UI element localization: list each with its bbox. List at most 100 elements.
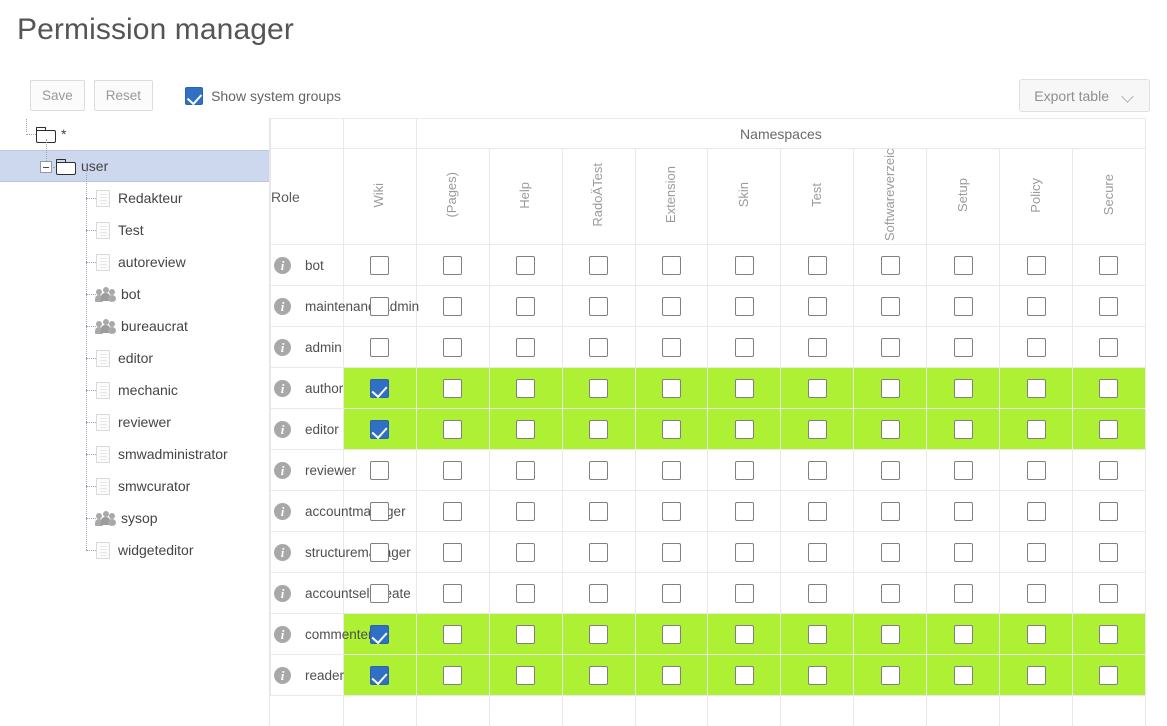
namespace-permission-cell[interactable] — [416, 655, 489, 696]
checkbox-checked[interactable] — [370, 625, 389, 644]
tree-item-user[interactable]: user — [0, 150, 269, 182]
checkbox-unchecked[interactable] — [589, 297, 608, 316]
checkbox-unchecked[interactable] — [1099, 420, 1118, 439]
checkbox-unchecked[interactable] — [954, 256, 973, 275]
checkbox-unchecked[interactable] — [808, 543, 827, 562]
namespace-permission-cell[interactable] — [854, 655, 927, 696]
checkbox-unchecked[interactable] — [735, 543, 754, 562]
checkbox-unchecked[interactable] — [516, 543, 535, 562]
checkbox-unchecked[interactable] — [1099, 297, 1118, 316]
checkbox-unchecked[interactable] — [589, 461, 608, 480]
namespace-permission-cell[interactable] — [854, 450, 927, 491]
info-icon[interactable]: i — [274, 585, 291, 602]
namespace-permission-cell[interactable] — [416, 327, 489, 368]
column-header-extension[interactable]: Extension — [635, 149, 708, 245]
namespace-permission-cell[interactable] — [927, 532, 1000, 573]
checkbox-unchecked[interactable] — [516, 461, 535, 480]
tree-collapse-toggle[interactable] — [40, 161, 52, 173]
checkbox-unchecked[interactable] — [370, 256, 389, 275]
namespace-permission-cell[interactable] — [1072, 409, 1145, 450]
checkbox-unchecked[interactable] — [662, 379, 681, 398]
reset-button[interactable]: Reset — [94, 80, 153, 111]
wiki-permission-cell[interactable] — [343, 409, 416, 450]
column-header-rado-test[interactable]: RadoÄTest — [562, 149, 635, 245]
checkbox-unchecked[interactable] — [443, 543, 462, 562]
checkbox-unchecked[interactable] — [1099, 666, 1118, 685]
checkbox-unchecked[interactable] — [808, 297, 827, 316]
namespace-permission-cell[interactable] — [562, 450, 635, 491]
info-icon[interactable]: i — [274, 380, 291, 397]
checkbox-unchecked[interactable] — [589, 256, 608, 275]
namespace-permission-cell[interactable] — [1072, 532, 1145, 573]
checkbox-unchecked[interactable] — [881, 625, 900, 644]
namespace-permission-cell[interactable] — [489, 532, 562, 573]
namespace-permission-cell[interactable] — [635, 327, 708, 368]
namespace-permission-cell[interactable] — [489, 245, 562, 286]
namespace-permission-cell[interactable] — [635, 450, 708, 491]
namespace-permission-cell[interactable] — [708, 573, 781, 614]
checkbox-unchecked[interactable] — [1027, 543, 1046, 562]
checkbox-unchecked[interactable] — [662, 420, 681, 439]
namespace-permission-cell[interactable] — [854, 409, 927, 450]
checkbox-unchecked[interactable] — [735, 625, 754, 644]
namespace-permission-cell[interactable] — [635, 655, 708, 696]
tree-item-mechanic[interactable]: mechanic — [0, 374, 269, 406]
tree-item-bureaucrat[interactable]: bureaucrat — [0, 310, 269, 342]
checkbox-unchecked[interactable] — [443, 625, 462, 644]
tree-item-smwcurator[interactable]: smwcurator — [0, 470, 269, 502]
column-header-help[interactable]: Help — [489, 149, 562, 245]
info-icon[interactable]: i — [274, 421, 291, 438]
checkbox-unchecked[interactable] — [735, 379, 754, 398]
namespace-permission-cell[interactable] — [1000, 409, 1073, 450]
namespace-permission-cell[interactable] — [854, 491, 927, 532]
namespace-permission-cell[interactable] — [562, 532, 635, 573]
checkbox-unchecked[interactable] — [954, 461, 973, 480]
checkbox-unchecked[interactable] — [516, 256, 535, 275]
namespace-permission-cell[interactable] — [635, 573, 708, 614]
checkbox-unchecked[interactable] — [662, 666, 681, 685]
checkbox-unchecked[interactable] — [1027, 584, 1046, 603]
checkbox-unchecked[interactable] — [808, 625, 827, 644]
checkbox-unchecked[interactable] — [808, 420, 827, 439]
info-icon[interactable]: i — [274, 257, 291, 274]
checkbox-unchecked[interactable] — [516, 379, 535, 398]
checkbox-unchecked[interactable] — [954, 666, 973, 685]
checkbox-unchecked[interactable] — [735, 420, 754, 439]
checkbox-unchecked[interactable] — [954, 543, 973, 562]
checkbox-unchecked[interactable] — [589, 543, 608, 562]
namespace-permission-cell[interactable] — [635, 532, 708, 573]
checkbox-unchecked[interactable] — [589, 502, 608, 521]
namespace-permission-cell[interactable] — [781, 245, 854, 286]
checkbox-unchecked[interactable] — [881, 297, 900, 316]
checkbox-unchecked[interactable] — [516, 584, 535, 603]
namespace-permission-cell[interactable] — [489, 655, 562, 696]
namespace-permission-cell[interactable] — [854, 573, 927, 614]
namespace-permission-cell[interactable] — [927, 573, 1000, 614]
checkbox-unchecked[interactable] — [1027, 502, 1046, 521]
namespace-permission-cell[interactable] — [1072, 491, 1145, 532]
checkbox-unchecked[interactable] — [881, 338, 900, 357]
checkbox-unchecked[interactable] — [735, 502, 754, 521]
checkbox-unchecked[interactable] — [370, 461, 389, 480]
tree-item-autoreview[interactable]: autoreview — [0, 246, 269, 278]
checkbox-unchecked[interactable] — [881, 256, 900, 275]
checkbox-unchecked[interactable] — [1099, 379, 1118, 398]
checkbox-unchecked[interactable] — [443, 297, 462, 316]
checkbox-unchecked[interactable] — [881, 502, 900, 521]
checkbox-unchecked[interactable] — [1027, 256, 1046, 275]
checkbox-unchecked[interactable] — [589, 338, 608, 357]
namespace-permission-cell[interactable] — [1072, 286, 1145, 327]
namespace-permission-cell[interactable] — [781, 573, 854, 614]
checkbox-unchecked[interactable] — [662, 297, 681, 316]
checkbox-unchecked[interactable] — [954, 297, 973, 316]
namespace-permission-cell[interactable] — [489, 573, 562, 614]
checkbox-unchecked[interactable] — [662, 543, 681, 562]
namespace-permission-cell[interactable] — [927, 409, 1000, 450]
checkbox-unchecked[interactable] — [881, 379, 900, 398]
checkbox-unchecked[interactable] — [954, 379, 973, 398]
namespace-permission-cell[interactable] — [1000, 614, 1073, 655]
namespace-permission-cell[interactable] — [416, 286, 489, 327]
namespace-permission-cell[interactable] — [1072, 614, 1145, 655]
column-header-setup[interactable]: Setup — [927, 149, 1000, 245]
namespace-permission-cell[interactable] — [854, 327, 927, 368]
